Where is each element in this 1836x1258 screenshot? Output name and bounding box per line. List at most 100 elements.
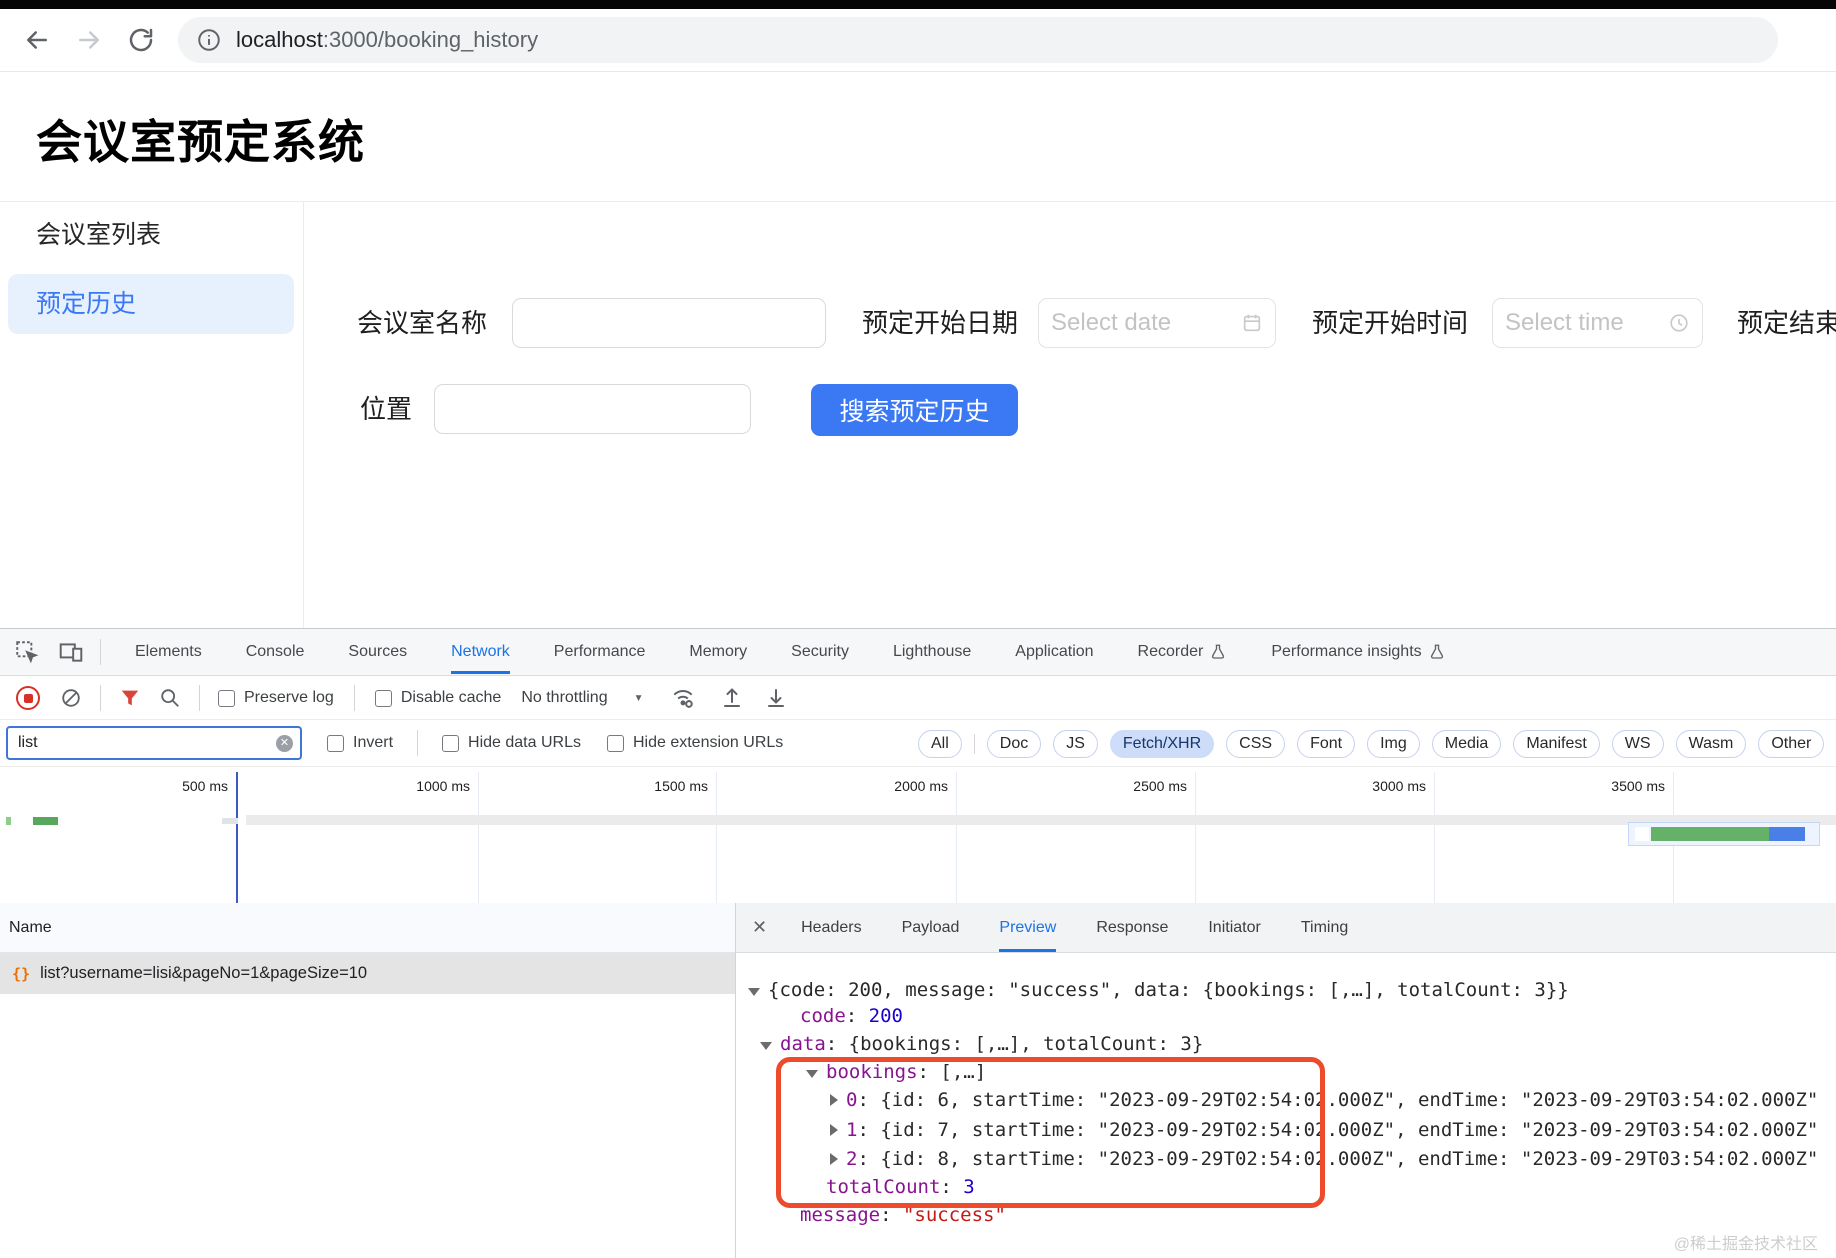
filter-input[interactable] [6, 726, 302, 760]
json-code-row: code: 200 [800, 1005, 903, 1027]
chip-media[interactable]: Media [1431, 729, 1502, 758]
collapse-triangle-icon[interactable] [760, 1042, 772, 1050]
tab-performance[interactable]: Performance [554, 630, 646, 674]
device-toolbar-icon[interactable] [58, 639, 84, 665]
search-booking-history-button[interactable]: 搜索预定历史 [811, 384, 1018, 436]
tab-memory[interactable]: Memory [689, 630, 747, 674]
hide-extension-urls-checkbox[interactable] [606, 734, 624, 752]
close-icon[interactable]: ✕ [752, 917, 767, 938]
chip-js[interactable]: JS [1053, 729, 1098, 758]
tab-console[interactable]: Console [246, 630, 305, 674]
throttling-select[interactable]: No throttling [521, 689, 607, 707]
window-top-strip [0, 0, 1836, 9]
expand-triangle-icon[interactable] [830, 1124, 838, 1136]
tab-security[interactable]: Security [791, 630, 849, 674]
gridline [716, 772, 717, 903]
json-booking-0-row[interactable]: 0: {id: 6, startTime: "2023-09-29T02:54:… [830, 1089, 1818, 1111]
search-icon[interactable] [159, 687, 181, 709]
timeline-tick: 3000 ms [1372, 778, 1426, 794]
start-date-placeholder: Select date [1051, 309, 1172, 336]
location-input[interactable] [434, 384, 751, 434]
filter-icon[interactable] [119, 687, 141, 709]
request-name: list?username=lisi&pageNo=1&pageSize=10 [40, 964, 368, 982]
forward-icon[interactable] [74, 25, 104, 55]
sidebar-divider [303, 202, 304, 628]
hide-extension-urls-label: Hide extension URLs [632, 734, 784, 751]
address-bar[interactable]: localhost:3000/booking_history [178, 17, 1778, 63]
gridline [1195, 772, 1196, 903]
start-time-placeholder: Select time [1505, 309, 1624, 336]
json-bookings-row[interactable]: bookings: [,…] [806, 1061, 986, 1083]
request-bar-faint [222, 818, 238, 824]
detail-tab-initiator[interactable]: Initiator [1208, 903, 1260, 952]
calendar-icon [1243, 314, 1261, 332]
request-bar-green [33, 817, 58, 825]
expand-triangle-icon[interactable] [830, 1153, 838, 1165]
room-name-label: 会议室名称 [357, 308, 488, 338]
json-totalcount-row: totalCount: 3 [826, 1176, 975, 1198]
start-time-picker[interactable]: Select time [1492, 298, 1703, 348]
tab-lighthouse[interactable]: Lighthouse [893, 630, 971, 674]
timeline-waterfall[interactable] [0, 813, 1836, 904]
json-booking-1-row[interactable]: 1: {id: 7, startTime: "2023-09-29T02:54:… [830, 1119, 1818, 1141]
preserve-log-checkbox[interactable] [218, 689, 235, 707]
import-har-icon[interactable] [720, 686, 744, 710]
tab-performance-insights[interactable]: Performance insights [1271, 630, 1445, 674]
chip-fetch-xhr[interactable]: Fetch/XHR [1109, 729, 1215, 758]
start-date-label: 预定开始日期 [862, 308, 1019, 338]
tab-sources[interactable]: Sources [348, 630, 407, 674]
json-message-row: message: "success" [800, 1204, 1006, 1226]
inspect-element-icon[interactable] [14, 639, 40, 665]
request-row-selected[interactable]: {} list?username=lisi&pageNo=1&pageSize=… [0, 953, 735, 994]
chip-all[interactable]: All [918, 729, 962, 758]
clear-filter-icon[interactable]: ✕ [276, 734, 293, 752]
chip-wasm[interactable]: Wasm [1675, 729, 1747, 758]
pane-divider[interactable] [735, 903, 736, 1258]
chip-img[interactable]: Img [1367, 729, 1420, 758]
detail-tab-response[interactable]: Response [1096, 903, 1168, 952]
expand-triangle-icon[interactable] [830, 1094, 838, 1106]
disable-cache-checkbox[interactable] [374, 689, 392, 707]
invert-checkbox[interactable] [327, 734, 344, 752]
chip-manifest[interactable]: Manifest [1513, 729, 1600, 758]
json-root-row[interactable]: {code: 200, message: "success", data: {b… [748, 979, 1569, 1001]
site-info-icon[interactable] [196, 27, 222, 53]
preserve-log-label: Preserve log [244, 689, 334, 706]
reload-icon[interactable] [126, 25, 156, 55]
detail-tab-headers[interactable]: Headers [801, 903, 861, 952]
json-data-row[interactable]: data: {bookings: [,…], totalCount: 3} [760, 1033, 1203, 1055]
tab-elements[interactable]: Elements [135, 630, 202, 674]
collapse-triangle-icon[interactable] [748, 988, 760, 996]
toolbar-separator [199, 685, 200, 711]
detail-tab-timing[interactable]: Timing [1301, 903, 1348, 952]
detail-tab-preview[interactable]: Preview [999, 903, 1056, 952]
hide-data-urls-checkbox[interactable] [442, 734, 460, 752]
sidebar-item-booking-history[interactable]: 预定历史 [36, 274, 136, 334]
browser-toolbar: localhost:3000/booking_history [0, 9, 1836, 72]
tab-application[interactable]: Application [1015, 630, 1093, 674]
network-conditions-icon[interactable] [670, 685, 696, 711]
tab-network[interactable]: Network [451, 630, 510, 674]
export-har-icon[interactable] [764, 686, 788, 710]
clear-network-log-icon[interactable] [60, 687, 82, 709]
json-booking-2-row[interactable]: 2: {id: 8, startTime: "2023-09-29T02:54:… [830, 1148, 1818, 1170]
chip-other[interactable]: Other [1758, 729, 1825, 758]
devtools-tabstrip: Elements Console Sources Network Perform… [0, 629, 1836, 676]
tab-recorder[interactable]: Recorder [1138, 630, 1228, 674]
chip-font[interactable]: Font [1297, 729, 1356, 758]
detail-tab-payload[interactable]: Payload [902, 903, 960, 952]
chip-doc[interactable]: Doc [986, 729, 1042, 758]
record-button[interactable] [16, 686, 40, 710]
waterfall-green-segment [1651, 827, 1769, 841]
selected-request-waterfall[interactable] [1628, 822, 1820, 846]
title-divider [0, 201, 1836, 202]
back-icon[interactable] [22, 25, 52, 55]
chevron-down-icon[interactable]: ▼ [634, 693, 644, 704]
sidebar-item-room-list[interactable]: 会议室列表 [36, 212, 161, 258]
collapse-triangle-icon[interactable] [806, 1070, 818, 1078]
room-name-input[interactable] [512, 298, 826, 348]
chip-ws[interactable]: WS [1611, 729, 1664, 758]
start-date-picker[interactable]: Select date [1038, 298, 1276, 348]
name-column-header[interactable]: Name [9, 919, 52, 937]
chip-css[interactable]: CSS [1226, 729, 1286, 758]
